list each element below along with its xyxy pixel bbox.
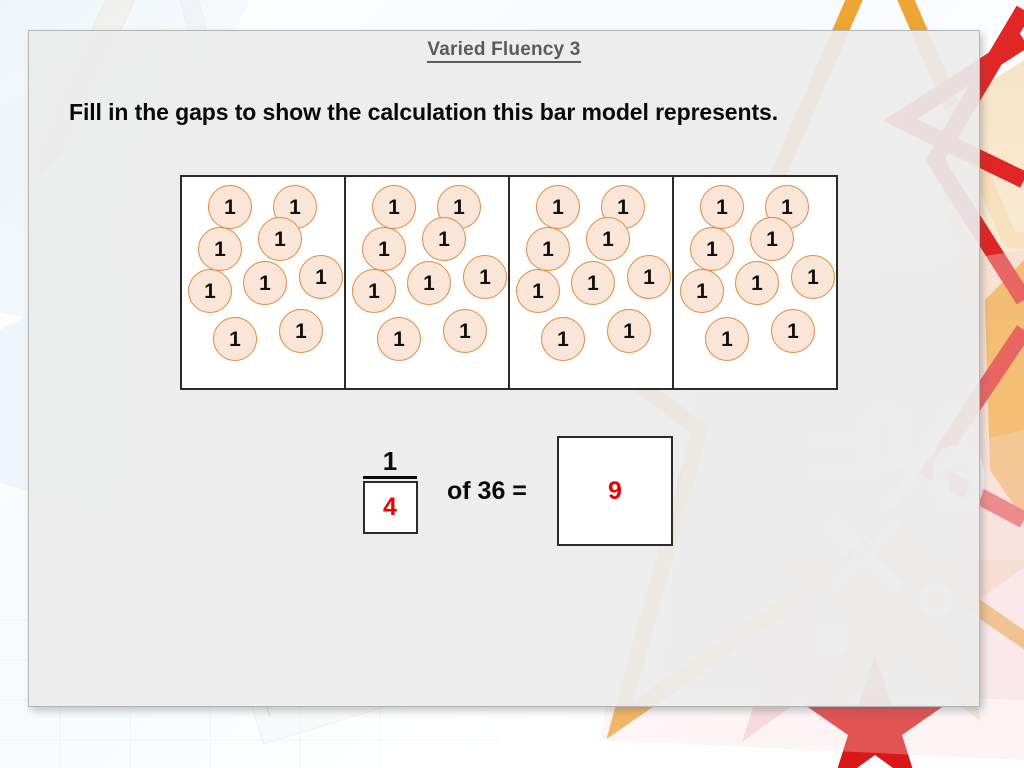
counter: 1 [791, 255, 835, 299]
counter: 1 [750, 217, 794, 261]
answer-input-box[interactable]: 9 [556, 436, 673, 546]
counter: 1 [571, 261, 615, 305]
counter: 1 [607, 309, 651, 353]
counter: 1 [700, 185, 744, 229]
answer-value: 9 [607, 476, 622, 505]
counter: 1 [516, 269, 560, 313]
slide-card: Varied Fluency 3 Fill in the gaps to sho… [28, 30, 980, 707]
counter: 1 [407, 261, 451, 305]
counter: 1 [463, 255, 507, 299]
fraction-bar [363, 476, 417, 480]
counter: 1 [735, 261, 779, 305]
counter: 1 [422, 217, 466, 261]
bar-model-group-2: 111111111 [344, 175, 510, 390]
counter: 1 [690, 227, 734, 271]
bar-model: 111111111 111111111 111111111 111111111 [180, 175, 845, 390]
bar-model-group-3: 111111111 [508, 175, 674, 390]
counter: 1 [443, 309, 487, 353]
counter: 1 [705, 317, 749, 361]
counter: 1 [362, 227, 406, 271]
equation-row: 1 4 of 36 = 9 [359, 431, 673, 551]
counter: 1 [526, 227, 570, 271]
counter: 1 [188, 269, 232, 313]
bar-model-group-1: 111111111 [180, 175, 346, 390]
counter: 1 [372, 185, 416, 229]
counter: 1 [352, 269, 396, 313]
counter: 1 [258, 217, 302, 261]
fraction: 1 4 [359, 445, 421, 535]
counter: 1 [680, 269, 724, 313]
counter: 1 [243, 261, 287, 305]
counter: 1 [279, 309, 323, 353]
fraction-numerator: 1 [382, 445, 398, 476]
counter: 1 [299, 255, 343, 299]
counter: 1 [541, 317, 585, 361]
bar-model-group-4: 111111111 [672, 175, 838, 390]
counter: 1 [586, 217, 630, 261]
counter: 1 [536, 185, 580, 229]
counter: 1 [377, 317, 421, 361]
counter: 1 [208, 185, 252, 229]
counter: 1 [198, 227, 242, 271]
counter: 1 [771, 309, 815, 353]
page-title: Varied Fluency 3 [29, 39, 979, 63]
fraction-denominator-value: 4 [383, 493, 397, 522]
counter: 1 [213, 317, 257, 361]
page-title-text: Varied Fluency 3 [427, 39, 581, 63]
of-36-equals-label: of 36 = [447, 476, 527, 505]
counter: 1 [627, 255, 671, 299]
fraction-denominator-input[interactable]: 4 [362, 481, 418, 535]
instruction-text: Fill in the gaps to show the calculation… [69, 99, 778, 125]
